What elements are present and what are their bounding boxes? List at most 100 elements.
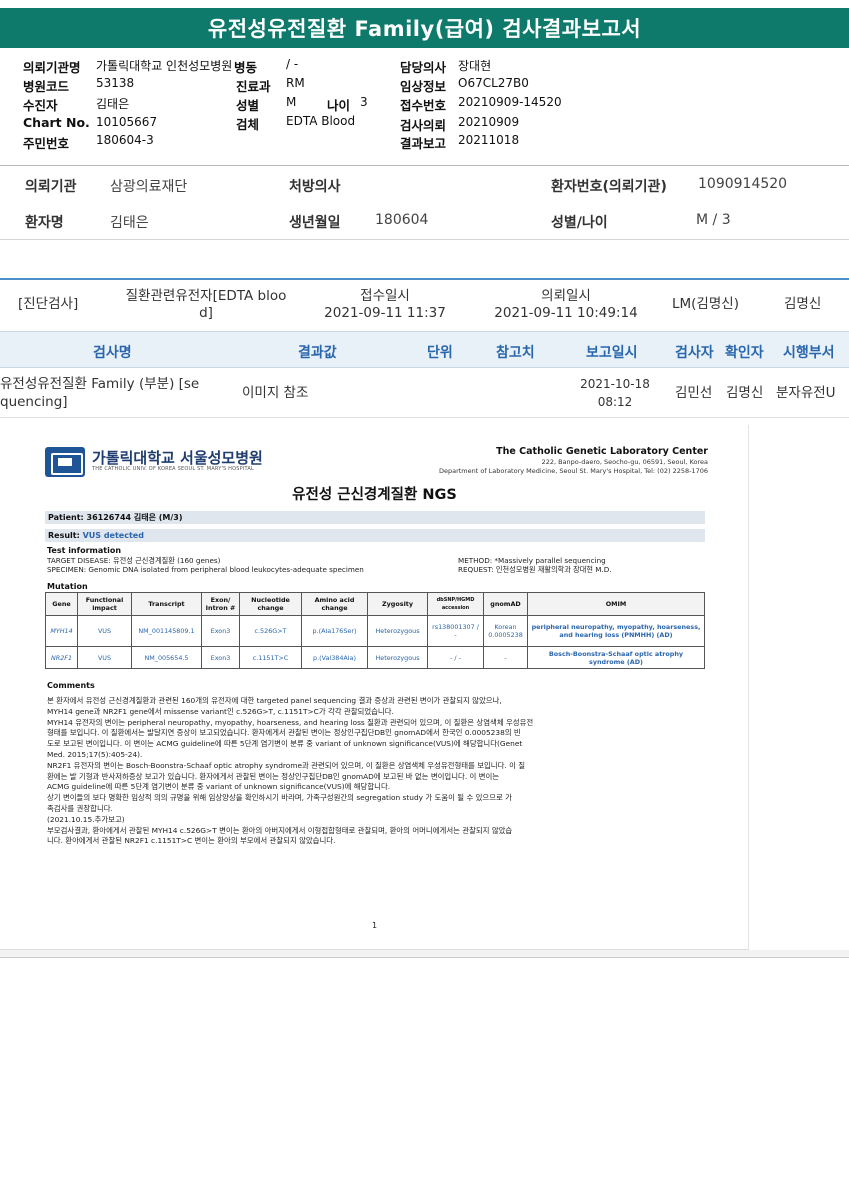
mut-aminoacid: p.(Ala176Ser) [301, 615, 368, 647]
cell-test-name-line1: 유전성유전질환 Family (부분) [se [0, 376, 200, 392]
cell-test-name-line2: quencing] [0, 394, 68, 410]
value-report-date: 20211018 [458, 133, 520, 147]
label-sex: 성별 [236, 98, 260, 113]
mut-omim: Bosch-Boonstra-Schaaf optic atrophy synd… [527, 646, 705, 669]
th-department: 시행부서 [783, 345, 835, 361]
mut-nucleotide: c.526G>T [239, 615, 302, 647]
result-bar: Result: VUS detected [45, 529, 705, 542]
order-category: [진단검사] [18, 296, 79, 312]
comment-line: 환에는 발 기형과 반사저하증상 보고가 있습니다. 환자에게서 관찰된 변이는… [47, 771, 500, 781]
mut-transcript: NM_001145809.1 [131, 615, 202, 647]
value-request-date: 20210909 [458, 115, 520, 129]
order-received-label: 접수일시 [360, 288, 410, 304]
patient-bar: Patient: 36126744 김태은 (M/3) [45, 511, 705, 524]
cell-result: 이미지 참조 [242, 385, 309, 401]
order-specimen: 질환관련유전자[EDTA bloo d] [108, 288, 304, 322]
order-specimen-line1: 질환관련유전자[EDTA bloo [125, 288, 287, 304]
lab-address: 222, Banpo-daero, Seocho-gu, 06591, Seou… [378, 458, 708, 476]
th-unit: 단위 [427, 345, 453, 361]
order-lm-name: 김명신 [784, 296, 822, 312]
label-birth-date: 생년월일 [289, 215, 341, 231]
comment-line: 본 환자에서 유전성 근신경계질환과 관련된 160개의 유전자에 대한 tar… [47, 696, 502, 705]
mut-gene: NR2F1 [45, 646, 78, 669]
specimen-info: SPECIMEN: Genomic DNA isolated from peri… [47, 565, 364, 574]
value-ward: / - [286, 57, 299, 71]
table-row[interactable]: 유전성유전질환 Family (부분) [se quencing] 이미지 참조… [0, 368, 849, 418]
value-patient-name: 김태은 [110, 215, 149, 231]
comment-line: (2021.10.15.추가보고) [47, 814, 125, 824]
order-specimen-line2: d] [199, 305, 213, 321]
mutation-row: NR2F1 VUS NM_005654.5 Exon3 c.1151T>C p.… [45, 646, 705, 669]
mut-transcript: NM_005654.5 [131, 646, 202, 669]
mut-exon: Exon3 [201, 615, 240, 647]
mut-th-zygosity: Zygosity [367, 592, 428, 616]
document-footer-strip [0, 950, 849, 958]
mut-th-nucleotide: Nucleotide change [239, 592, 302, 616]
value-department: RM [286, 76, 305, 90]
mut-gnomad: - [483, 646, 528, 669]
mut-th-omim: OMIM [527, 592, 705, 616]
value-doctor: 장대현 [458, 59, 492, 73]
mut-th-gnomad: gnomAD [483, 592, 528, 616]
mut-gene: MYH14 [45, 615, 78, 647]
label-ward: 병동 [234, 60, 258, 75]
order-requested: 의뢰일시 2021-09-11 10:49:14 [481, 288, 651, 322]
mut-aminoacid: p.(Val384Ala) [301, 646, 368, 669]
value-receipt-no: 20210909-14520 [458, 95, 562, 109]
mutation-header-row: Gene Functional impact Transcript Exon/ … [45, 592, 705, 616]
mutation-title: Mutation [47, 582, 88, 591]
report-document-image: 가톨릭대학교 서울성모병원 THE CATHOLIC UNIV. OF KORE… [0, 425, 749, 950]
label-clinical-info: 임상정보 [400, 79, 447, 94]
mut-th-transcript: Transcript [131, 592, 202, 616]
hospital-subtitle: THE CATHOLIC UNIV. OF KOREA SEOUL ST. MA… [92, 466, 255, 472]
cell-department: 분자유전U [776, 385, 836, 401]
th-tester: 검사자 [675, 345, 714, 361]
mut-omim: peripheral neuropathy, myopathy, hoarsen… [527, 615, 705, 647]
comment-line: ACMG guideline에 따른 5단계 염기변이 분류 중 variant… [47, 782, 391, 792]
cell-report-datetime: 2021-10-18 08:12 [578, 375, 652, 411]
label-institution-name: 의뢰기관명 [23, 60, 81, 75]
comment-line: 도로 보고된 변이입니다. 이 변이는 ACMG guideline에 따른 5… [47, 739, 523, 749]
report-title: 유전성유전질환 Family(급여) 검사결과보고서 [0, 8, 849, 48]
value-chart-no: 10105667 [96, 115, 158, 129]
mut-impact: VUS [77, 646, 132, 669]
result-prefix: Result: [48, 531, 83, 540]
mut-dbsnp: rs138001307 / - [427, 615, 484, 647]
label-referring-institution: 의뢰기관 [25, 179, 77, 195]
mut-th-exon: Exon/ Intron # [201, 592, 240, 616]
order-row: [진단검사] 질환관련유전자[EDTA bloo d] 접수일시 2021-09… [0, 280, 849, 330]
order-lm: LM(김명신) [672, 296, 739, 312]
mut-th-aminoacid: Amino acid change [301, 592, 368, 616]
label-patient-name: 환자명 [25, 215, 64, 231]
mut-impact: VUS [77, 615, 132, 647]
cell-confirmer: 김명신 [726, 385, 764, 401]
mut-th-impact: Functional impact [77, 592, 132, 616]
label-specimen: 검체 [236, 117, 260, 132]
value-age: 3 [360, 95, 368, 109]
value-examinee: 김태은 [96, 97, 130, 111]
cell-report-time: 08:12 [597, 395, 633, 409]
comment-line: Med. 2015;17(5):405-24). [47, 749, 143, 759]
mut-zygosity: Heterozygous [367, 646, 428, 669]
comment-line: 형태를 보입니다. 이 질환에서는 발달지연 증상이 보고되었습니다. 환자에게… [47, 728, 521, 738]
comment-line: 상기 변이들의 보다 명확한 임상적 의의 규명을 위해 임상양상을 확인하시기… [47, 793, 512, 803]
comment-line: NR2F1 유전자의 변이는 Bosch-Boonstra-Schaaf opt… [47, 760, 526, 770]
mut-exon: Exon3 [201, 646, 240, 669]
request-info: REQUEST: 인천성모병원 재활의학과 장대현 M.D. [458, 565, 612, 574]
hospital-name: 가톨릭대학교 서울성모병원 [92, 449, 263, 467]
mut-nucleotide: c.1151T>C [239, 646, 302, 669]
mut-th-gene: Gene [45, 592, 78, 616]
comment-line: 족검사를 권장합니다. [47, 803, 113, 813]
lab-address-line1: 222, Banpo-daero, Seocho-gu, 06591, Seou… [541, 458, 708, 466]
cell-report-date: 2021-10-18 [580, 377, 650, 391]
cell-test-name: 유전성유전질환 Family (부분) [se quencing] [0, 375, 235, 411]
method-info: METHOD: *Massively parallel sequencing [458, 556, 606, 565]
result-value: VUS detected [82, 531, 144, 540]
label-prescribing-doctor: 처방의사 [289, 179, 341, 195]
label-sex-age: 성별/나이 [551, 215, 608, 231]
comment-line: MYH14 gene과 NR2F1 gene에서 missense varian… [47, 706, 394, 716]
mutation-row: MYH14 VUS NM_001145809.1 Exon3 c.526G>T … [45, 615, 705, 647]
label-report-date: 결과보고 [400, 136, 447, 151]
value-hospital-code: 53138 [96, 76, 135, 90]
th-confirmer: 확인자 [725, 345, 764, 361]
